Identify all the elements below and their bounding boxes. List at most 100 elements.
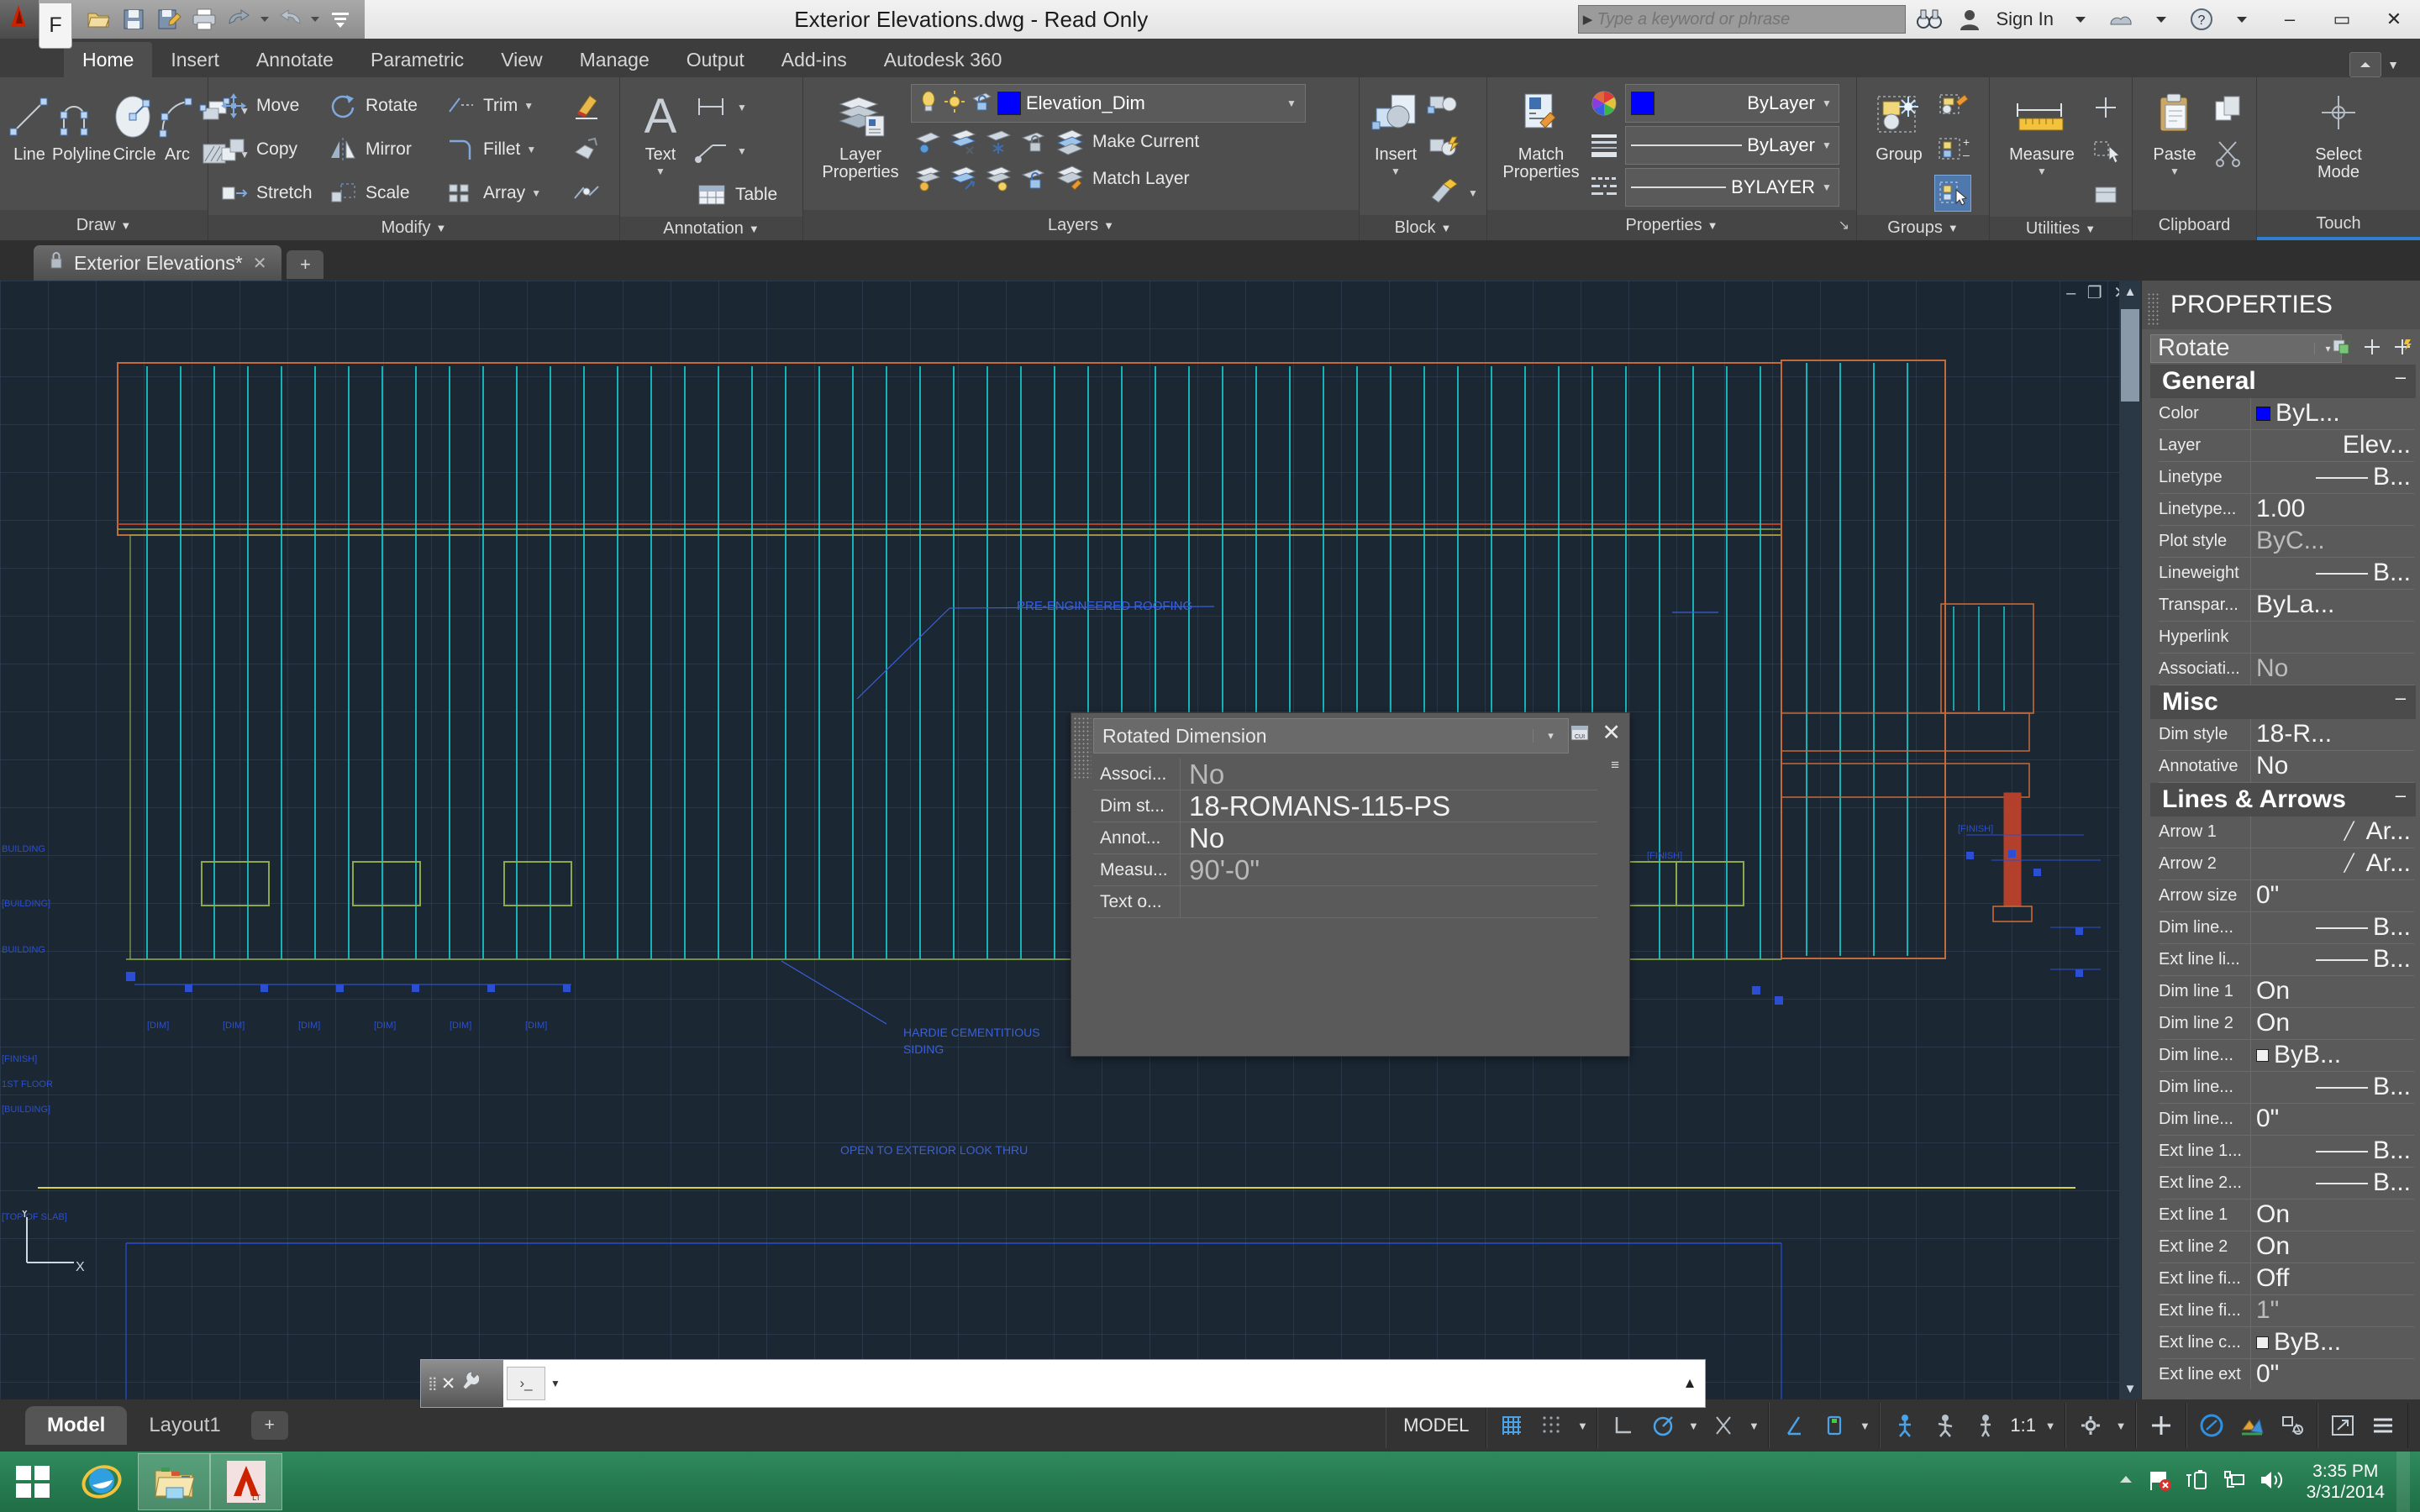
layer-thaw-all-icon[interactable] bbox=[981, 161, 1017, 197]
prop-value-dim-line-2[interactable]: On bbox=[2251, 1011, 2414, 1036]
prop-value-ext-line-2[interactable]: On bbox=[2251, 1235, 2414, 1259]
tab-insert[interactable]: Insert bbox=[152, 42, 238, 77]
prop-row-linetype-scale[interactable]: Linetype... 1.00 bbox=[2159, 493, 2414, 526]
search-box[interactable]: ▶ bbox=[1577, 5, 1906, 34]
show-hidden-icons-icon[interactable] bbox=[2117, 1471, 2135, 1494]
prop-row-ext-line-2-linetype[interactable]: Ext line 2... B... bbox=[2159, 1167, 2414, 1200]
save-as-icon[interactable] bbox=[153, 3, 185, 35]
dynamic-ucs-caret[interactable]: ▼ bbox=[1855, 1420, 1874, 1432]
scale-button[interactable]: Scale bbox=[324, 171, 442, 215]
match-layer-icon[interactable] bbox=[1052, 161, 1089, 197]
lineweight-stack-icon[interactable] bbox=[1588, 131, 1620, 164]
prop-value-ext-line-linetype[interactable]: B... bbox=[2251, 948, 2414, 972]
tab-addins[interactable]: Add-ins bbox=[763, 42, 865, 77]
match-layer-label[interactable]: Match Layer bbox=[1089, 169, 1190, 189]
prop-value-linetype[interactable]: B... bbox=[2251, 465, 2414, 490]
color-wheel-icon[interactable] bbox=[1588, 87, 1620, 123]
prop-row-ext-line-fixed[interactable]: Ext line fi... Off bbox=[2159, 1263, 2414, 1295]
edit-group-button[interactable] bbox=[1934, 84, 1971, 128]
add-layout-button[interactable]: + bbox=[250, 1411, 288, 1440]
panel-title-draw[interactable]: Draw ▼ bbox=[0, 210, 208, 240]
annotation-scale-sync-icon[interactable] bbox=[1966, 1406, 2005, 1445]
prop-row-dim-style[interactable]: Dim style 18-R... bbox=[2159, 718, 2414, 751]
volume-icon[interactable] bbox=[2258, 1468, 2286, 1496]
open-icon[interactable] bbox=[82, 3, 114, 35]
linetype-combo[interactable]: ByLayer ▼ bbox=[1625, 126, 1839, 165]
pickadd-icon[interactable] bbox=[2360, 334, 2385, 360]
prop-row-ext-line-linetype[interactable]: Ext line li... B... bbox=[2159, 943, 2414, 976]
prop-row-dim-line-lineweight[interactable]: Dim line... B... bbox=[2159, 1071, 2414, 1104]
prop-row-ext-line-1-linetype[interactable]: Ext line 1... B... bbox=[2159, 1135, 2414, 1168]
prop-value-ext-line-color[interactable]: ByB... bbox=[2251, 1331, 2414, 1355]
measure-caret[interactable]: ▼ bbox=[2035, 165, 2049, 177]
layer-thaw-icon[interactable] bbox=[944, 90, 965, 118]
text-button[interactable]: A Text ▼ bbox=[627, 82, 694, 177]
properties-group-lines-arrows[interactable]: Lines & Arrows – bbox=[2150, 783, 2416, 816]
text-caret[interactable]: ▼ bbox=[654, 165, 667, 177]
minimize-button[interactable]: – bbox=[2264, 1, 2316, 38]
battery-icon[interactable] bbox=[2184, 1468, 2209, 1496]
tab-parametric[interactable]: Parametric bbox=[352, 42, 482, 77]
user-avatar-icon[interactable] bbox=[1953, 3, 1986, 36]
define-attribute-button[interactable] bbox=[1425, 128, 1480, 171]
snap-settings-caret[interactable]: ▼ bbox=[1573, 1420, 1591, 1432]
layer-unlock-all-icon[interactable] bbox=[1017, 161, 1052, 197]
explode-button[interactable] bbox=[568, 128, 613, 171]
file-tab-exterior-elevations[interactable]: Exterior Elevations* ✕ bbox=[34, 245, 282, 281]
search-expand-icon[interactable]: ▶ bbox=[1579, 12, 1597, 27]
tab-manage[interactable]: Manage bbox=[561, 42, 668, 77]
annotation-scale-value[interactable]: 1:1 bbox=[2007, 1415, 2039, 1436]
properties-group-general[interactable]: General – bbox=[2150, 365, 2416, 398]
ribbon-minimize-caret[interactable]: ▼ bbox=[2385, 58, 2402, 71]
sign-in-button[interactable]: Sign In bbox=[1993, 8, 2058, 30]
dimension-button[interactable]: ▼ bbox=[694, 86, 777, 129]
prop-value-ext-line-ext[interactable]: 0" bbox=[2251, 1362, 2414, 1387]
make-current-icon[interactable] bbox=[1052, 124, 1089, 160]
undo-icon[interactable] bbox=[224, 3, 255, 35]
break-button[interactable] bbox=[568, 171, 613, 215]
prop-value-ext-line-1[interactable]: On bbox=[2251, 1203, 2414, 1227]
panel-title-clipboard[interactable]: Clipboard bbox=[2133, 210, 2256, 240]
move-button[interactable]: Move bbox=[215, 84, 324, 128]
prop-value-arrow-1[interactable]: ╱ Ar... bbox=[2251, 820, 2414, 844]
prop-row-dim-line-linetype[interactable]: Dim line... B... bbox=[2159, 911, 2414, 944]
table-button[interactable]: Table bbox=[694, 173, 777, 217]
array-caret[interactable]: ▼ bbox=[529, 187, 543, 199]
prop-row-ext-line-color[interactable]: Ext line c... ByB... bbox=[2159, 1326, 2414, 1359]
edit-attribute-caret[interactable]: ▼ bbox=[1466, 187, 1480, 199]
quick-properties-dropdown-caret[interactable]: ▾ bbox=[1533, 729, 1568, 743]
command-history-icon[interactable]: ▲ bbox=[1675, 1375, 1705, 1392]
prop-row-associative-general[interactable]: Associati... No bbox=[2159, 653, 2414, 685]
graphics-performance-icon[interactable] bbox=[2233, 1406, 2271, 1445]
panel-title-layers[interactable]: Layers ▼ bbox=[803, 210, 1359, 240]
canvas-vertical-scrollbar[interactable]: ▲ ▼ bbox=[2119, 281, 2141, 1399]
layer-unlock-icon[interactable] bbox=[971, 90, 992, 118]
hardware-acceleration-icon[interactable] bbox=[2142, 1406, 2181, 1445]
redo-dropdown-caret[interactable] bbox=[309, 3, 321, 35]
command-line-grip[interactable]: ⣿ ✕ bbox=[421, 1360, 503, 1407]
prop-value-ext-line-2-linetype[interactable]: B... bbox=[2251, 1171, 2414, 1195]
object-snap-tracking-icon[interactable] bbox=[1775, 1406, 1813, 1445]
prop-row-lineweight[interactable]: Lineweight B... bbox=[2159, 557, 2414, 590]
fillet-caret[interactable]: ▼ bbox=[524, 144, 538, 155]
tab-annotate[interactable]: Annotate bbox=[238, 42, 352, 77]
linetype-caret[interactable]: ▼ bbox=[1820, 139, 1833, 151]
layout-tab-layout1[interactable]: Layout1 bbox=[127, 1406, 242, 1445]
prop-value-linetype-scale[interactable]: 1.00 bbox=[2251, 497, 2414, 522]
qp-row-measurement[interactable]: Measu... 90'-0" bbox=[1093, 853, 1597, 886]
fullscreen-icon[interactable] bbox=[2323, 1406, 2362, 1445]
snap-mode-icon[interactable] bbox=[1533, 1406, 1571, 1445]
application-menu-button[interactable] bbox=[0, 0, 39, 39]
search-input[interactable] bbox=[1597, 7, 1905, 32]
group-button[interactable]: Group bbox=[1864, 82, 1934, 164]
wrench-icon[interactable] bbox=[460, 1370, 481, 1397]
prop-value-dim-line-1[interactable]: On bbox=[2251, 979, 2414, 1004]
polar-tracking-icon[interactable] bbox=[1644, 1406, 1682, 1445]
object-color-combo[interactable]: ByLayer ▼ bbox=[1625, 84, 1839, 123]
isolate-objects-icon[interactable] bbox=[2192, 1406, 2231, 1445]
model-space-toggle[interactable]: MODEL bbox=[1392, 1415, 1481, 1436]
trim-button[interactable]: Trim ▼ bbox=[442, 84, 568, 128]
internet-explorer-icon[interactable] bbox=[66, 1453, 138, 1510]
prop-row-hyperlink[interactable]: Hyperlink bbox=[2159, 621, 2414, 654]
prop-row-arrow-size[interactable]: Arrow size 0" bbox=[2159, 879, 2414, 912]
